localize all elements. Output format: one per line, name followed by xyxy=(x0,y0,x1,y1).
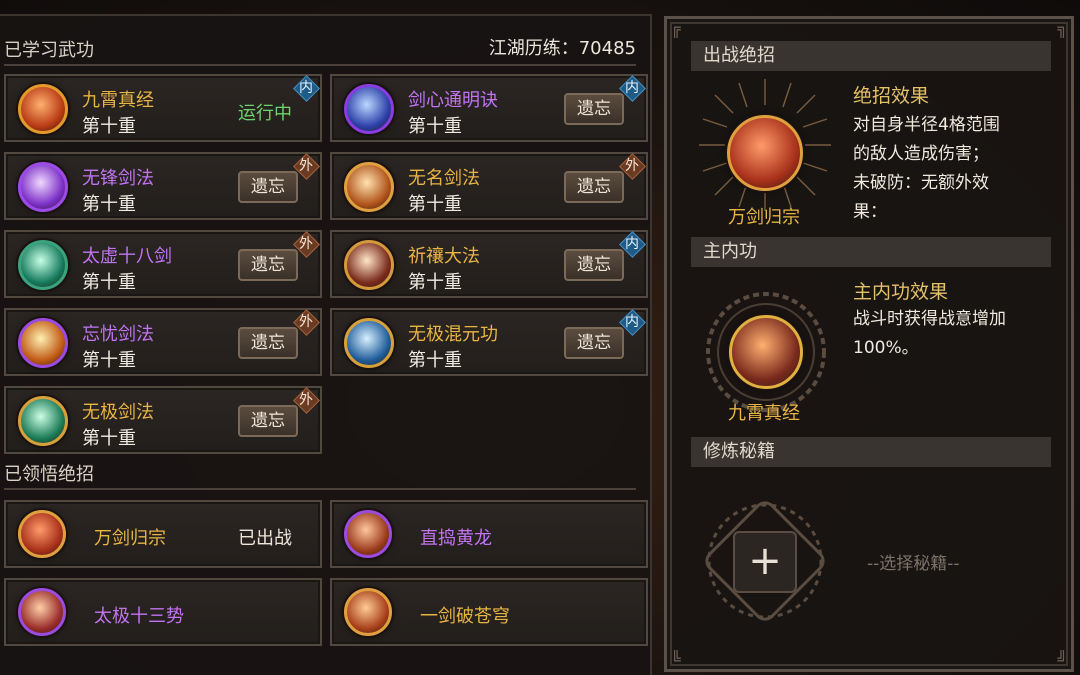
forget-button[interactable]: 遗忘 xyxy=(564,249,624,281)
wuji-hunyuan-skill-icon xyxy=(344,318,394,368)
ultimate-card-taiji[interactable]: 太极十三势 xyxy=(4,578,322,646)
outer-tag: 外 xyxy=(294,154,318,178)
forget-button[interactable]: 遗忘 xyxy=(238,405,298,437)
forget-button[interactable]: 遗忘 xyxy=(564,171,624,203)
skill-name: 忘忧剑法 xyxy=(82,324,154,345)
battle-effect-text: 对自身半径4格范围 的敌人造成伤害； 未破防：无额外效 果： xyxy=(853,115,1000,222)
manual-header: 修炼秘籍 xyxy=(691,437,1051,467)
inner-tag: 内 xyxy=(620,232,644,256)
ultimate-name: 直捣黄龙 xyxy=(420,528,492,549)
skill-card-wangyou[interactable]: 忘忧剑法 第十重 遗忘 外 xyxy=(4,308,322,376)
outer-tag: 外 xyxy=(294,310,318,334)
skill-name: 无极剑法 xyxy=(82,402,154,423)
skill-level: 第十重 xyxy=(82,428,136,449)
learned-section-title: 已学习武功 xyxy=(4,40,94,61)
skill-name: 无极混元功 xyxy=(408,324,498,345)
forget-button[interactable]: 遗忘 xyxy=(564,327,624,359)
skill-name: 剑心通明诀 xyxy=(408,90,498,111)
ultimate-card-wanjian[interactable]: 万剑归宗 已出战 xyxy=(4,500,322,568)
inner-tag: 内 xyxy=(620,76,644,100)
inner-tag: 内 xyxy=(620,310,644,334)
zhidao-ultimate-icon xyxy=(344,510,392,558)
learned-skills-panel: 已学习武功 江湖历练：70485 九霄真经 第十重 运行中 内 剑心通明诀 第十… xyxy=(0,14,652,675)
wanjian-battle-icon[interactable] xyxy=(727,115,803,191)
wuming-skill-icon xyxy=(344,162,394,212)
outer-tag: 外 xyxy=(620,154,644,178)
frame-corner: ╚ xyxy=(671,650,681,669)
neigong-effect-text: 战斗时获得战意增加 100%。 xyxy=(853,309,1006,358)
skill-card-wuji-hunyuan[interactable]: 无极混元功 第十重 遗忘 内 xyxy=(330,308,648,376)
skill-card-qirang[interactable]: 祈禳大法 第十重 遗忘 内 xyxy=(330,230,648,298)
add-manual-button[interactable]: + xyxy=(733,531,797,593)
skill-card-jianxin[interactable]: 剑心通明诀 第十重 遗忘 内 xyxy=(330,74,648,142)
outer-tag: 外 xyxy=(294,388,318,412)
taiji-ultimate-icon xyxy=(18,588,66,636)
frame-corner: ╔ xyxy=(671,19,681,38)
jiuxiao-skill-icon xyxy=(18,84,68,134)
skill-level: 第十重 xyxy=(408,350,462,371)
neigong-effect-title: 主内功效果 xyxy=(853,281,949,303)
battle-effect-title: 绝招效果 xyxy=(853,85,930,107)
skill-card-wuming[interactable]: 无名剑法 第十重 遗忘 外 xyxy=(330,152,648,220)
frame-corner: ╝ xyxy=(1057,650,1067,669)
skill-level: 第十重 xyxy=(408,116,462,137)
yijian-ultimate-icon xyxy=(344,588,392,636)
forget-button[interactable]: 遗忘 xyxy=(564,93,624,125)
skill-name: 无锋剑法 xyxy=(82,168,154,189)
jianxin-skill-icon xyxy=(344,84,394,134)
skill-name: 祈禳大法 xyxy=(408,246,480,267)
skill-name: 无名剑法 xyxy=(408,168,480,189)
skill-level: 第十重 xyxy=(82,194,136,215)
wufeng-skill-icon xyxy=(18,162,68,212)
wangyou-skill-icon xyxy=(18,318,68,368)
ultimate-name: 万剑归宗 xyxy=(94,528,166,549)
ultimate-card-yijian[interactable]: 一剑破苍穹 xyxy=(330,578,648,646)
skill-card-wuji-sword[interactable]: 无极剑法 第十重 遗忘 外 xyxy=(4,386,322,454)
deployed-status: 已出战 xyxy=(238,528,292,549)
wuji-sword-skill-icon xyxy=(18,396,68,446)
main-neigong-header: 主内功 xyxy=(691,237,1051,267)
skill-level: 第十重 xyxy=(82,116,136,137)
frame-corner: ╗ xyxy=(1057,19,1067,38)
jianghu-experience: 江湖历练：70485 xyxy=(488,38,636,59)
skill-card-wufeng[interactable]: 无锋剑法 第十重 遗忘 外 xyxy=(4,152,322,220)
battle-ultimate-header: 出战绝招 xyxy=(691,41,1051,71)
running-status: 运行中 xyxy=(238,103,292,124)
forget-button[interactable]: 遗忘 xyxy=(238,327,298,359)
select-manual-placeholder[interactable]: --选择秘籍-- xyxy=(867,549,960,574)
wanjian-ultimate-icon xyxy=(18,510,66,558)
qirang-skill-icon xyxy=(344,240,394,290)
ultimate-card-zhidao[interactable]: 直捣黄龙 xyxy=(330,500,648,568)
skill-level: 第十重 xyxy=(82,272,136,293)
forget-button[interactable]: 遗忘 xyxy=(238,171,298,203)
battle-ultimate-name: 万剑归宗 xyxy=(728,207,800,228)
skill-level: 第十重 xyxy=(408,194,462,215)
ultimates-section-title: 已领悟绝招 xyxy=(4,464,94,485)
skill-level: 第十重 xyxy=(82,350,136,371)
divider xyxy=(4,64,636,66)
skill-card-jiuxiao[interactable]: 九霄真经 第十重 运行中 内 xyxy=(4,74,322,142)
skill-level: 第十重 xyxy=(408,272,462,293)
taixu-skill-icon xyxy=(18,240,68,290)
jiuxiao-neigong-icon[interactable] xyxy=(729,315,803,389)
inner-tag: 内 xyxy=(294,76,318,100)
detail-panel: ╔ ╗ ╚ ╝ 出战绝招 万剑归宗 绝招效果 对自身半径4格范围 的敌人造成伤害… xyxy=(664,16,1074,672)
skill-name: 九霄真经 xyxy=(82,90,154,111)
skill-card-taixu[interactable]: 太虚十八剑 第十重 遗忘 外 xyxy=(4,230,322,298)
ultimate-name: 太极十三势 xyxy=(94,606,184,627)
skill-name: 太虚十八剑 xyxy=(82,246,172,267)
outer-tag: 外 xyxy=(294,232,318,256)
main-neigong-name: 九霄真经 xyxy=(728,403,800,424)
divider xyxy=(4,488,636,490)
ultimate-name: 一剑破苍穹 xyxy=(420,606,510,627)
forget-button[interactable]: 遗忘 xyxy=(238,249,298,281)
